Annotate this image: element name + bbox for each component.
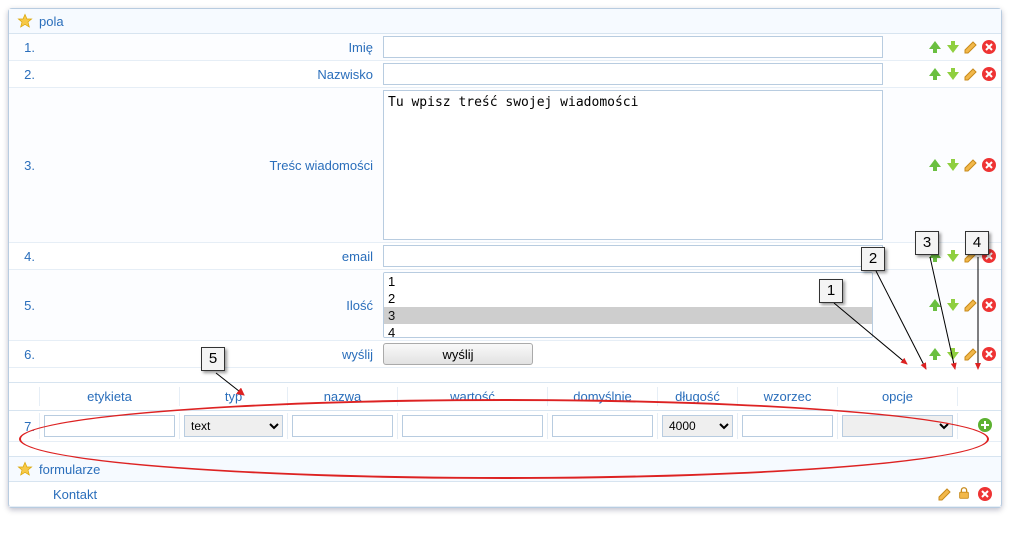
move-down-icon[interactable] (945, 39, 961, 55)
move-up-icon[interactable] (927, 346, 943, 362)
delete-icon[interactable] (981, 297, 997, 313)
fields-section-header: pola (9, 9, 1001, 34)
row-number: 4. (9, 243, 39, 269)
list-option[interactable]: 2 (384, 290, 872, 307)
row-number: 1. (9, 34, 39, 60)
delete-icon[interactable] (981, 39, 997, 55)
delete-icon[interactable] (981, 66, 997, 82)
move-up-icon[interactable] (927, 157, 943, 173)
row-actions (911, 34, 1001, 60)
row-number: 3. (9, 88, 39, 242)
list-option[interactable]: 4 (384, 324, 872, 338)
delete-icon[interactable] (981, 157, 997, 173)
edit-icon[interactable] (963, 346, 979, 362)
list-option[interactable]: 1 (384, 273, 872, 290)
row-actions (911, 270, 1001, 340)
annotation-callout-1: 1 (819, 279, 843, 303)
field-row: 1. Imię (9, 34, 1001, 61)
row-actions (911, 341, 1001, 367)
form-name[interactable]: Kontakt (17, 487, 937, 502)
new-etykieta-input[interactable] (44, 415, 175, 437)
row-number: 5. (9, 270, 39, 340)
annotation-callout-2: 2 (861, 247, 885, 271)
nazwisko-input[interactable] (383, 63, 883, 85)
new-wartosc-input[interactable] (402, 415, 543, 437)
main-panel: pola 1. Imię 2. Nazwisko 3. Treśc wiadom… (8, 8, 1002, 508)
new-wzorzec-input[interactable] (742, 415, 833, 437)
field-row: 3. Treśc wiadomości (9, 88, 1001, 243)
row-number: 7. (9, 413, 39, 439)
edit-icon[interactable] (963, 157, 979, 173)
forms-section-header: formularze (9, 456, 1001, 482)
col-nazwa: nazwa (287, 387, 397, 406)
row-number: 6. (9, 341, 39, 367)
edit-icon[interactable] (937, 486, 953, 502)
move-down-icon[interactable] (945, 346, 961, 362)
field-row: 5. Ilość 1 2 3 4 (9, 270, 1001, 341)
new-field-columns-header: etykieta typ nazwa wartość domyślnie dłu… (9, 382, 1001, 411)
delete-icon[interactable] (977, 486, 993, 502)
move-down-icon[interactable] (945, 157, 961, 173)
annotation-callout-3: 3 (915, 231, 939, 255)
col-wartosc: wartość (397, 387, 547, 406)
move-down-icon[interactable] (945, 297, 961, 313)
delete-icon[interactable] (981, 346, 997, 362)
new-dlugosc-select[interactable]: 4000 (662, 415, 733, 437)
edit-icon[interactable] (963, 297, 979, 313)
imie-input[interactable] (383, 36, 883, 58)
col-dlugosc: długość (657, 387, 737, 406)
forms-section-title: formularze (39, 462, 100, 477)
form-list-row: Kontakt (9, 482, 1001, 507)
list-option[interactable]: 3 (384, 307, 872, 324)
add-icon[interactable] (977, 417, 993, 436)
fields-section-title: pola (39, 14, 64, 29)
lock-icon[interactable] (957, 486, 973, 502)
field-row: 6. wyślij wyślij (9, 341, 1001, 368)
tresc-textarea[interactable] (383, 90, 883, 240)
field-label: Nazwisko (39, 61, 379, 87)
col-etykieta: etykieta (39, 387, 179, 406)
col-wzorzec: wzorzec (737, 387, 837, 406)
row-actions (911, 61, 1001, 87)
field-row: 2. Nazwisko (9, 61, 1001, 88)
edit-icon[interactable] (963, 66, 979, 82)
new-opcje-select[interactable] (842, 415, 953, 437)
ilosc-listbox[interactable]: 1 2 3 4 (383, 272, 873, 338)
annotation-callout-4: 4 (965, 231, 989, 255)
email-input[interactable] (383, 245, 883, 267)
new-nazwa-input[interactable] (292, 415, 393, 437)
field-label: Imię (39, 34, 379, 60)
row-number: 2. (9, 61, 39, 87)
move-up-icon[interactable] (927, 66, 943, 82)
new-domyslnie-input[interactable] (552, 415, 653, 437)
move-down-icon[interactable] (945, 248, 961, 264)
field-label: email (39, 243, 379, 269)
move-up-icon[interactable] (927, 39, 943, 55)
move-up-icon[interactable] (927, 297, 943, 313)
move-down-icon[interactable] (945, 66, 961, 82)
edit-icon[interactable] (963, 39, 979, 55)
annotation-callout-5: 5 (201, 347, 225, 371)
col-domyslnie: domyślnie (547, 387, 657, 406)
field-row: 4. email (9, 243, 1001, 270)
star-icon (17, 461, 33, 477)
new-typ-select[interactable]: text (184, 415, 283, 437)
row-actions (911, 88, 1001, 242)
field-label: Ilość (39, 270, 379, 340)
submit-button[interactable]: wyślij (383, 343, 533, 365)
col-typ: typ (179, 387, 287, 406)
new-field-row: 7. text 4000 (9, 411, 1001, 442)
field-label: Treśc wiadomości (39, 88, 379, 242)
col-opcje: opcje (837, 387, 957, 406)
star-icon (17, 13, 33, 29)
